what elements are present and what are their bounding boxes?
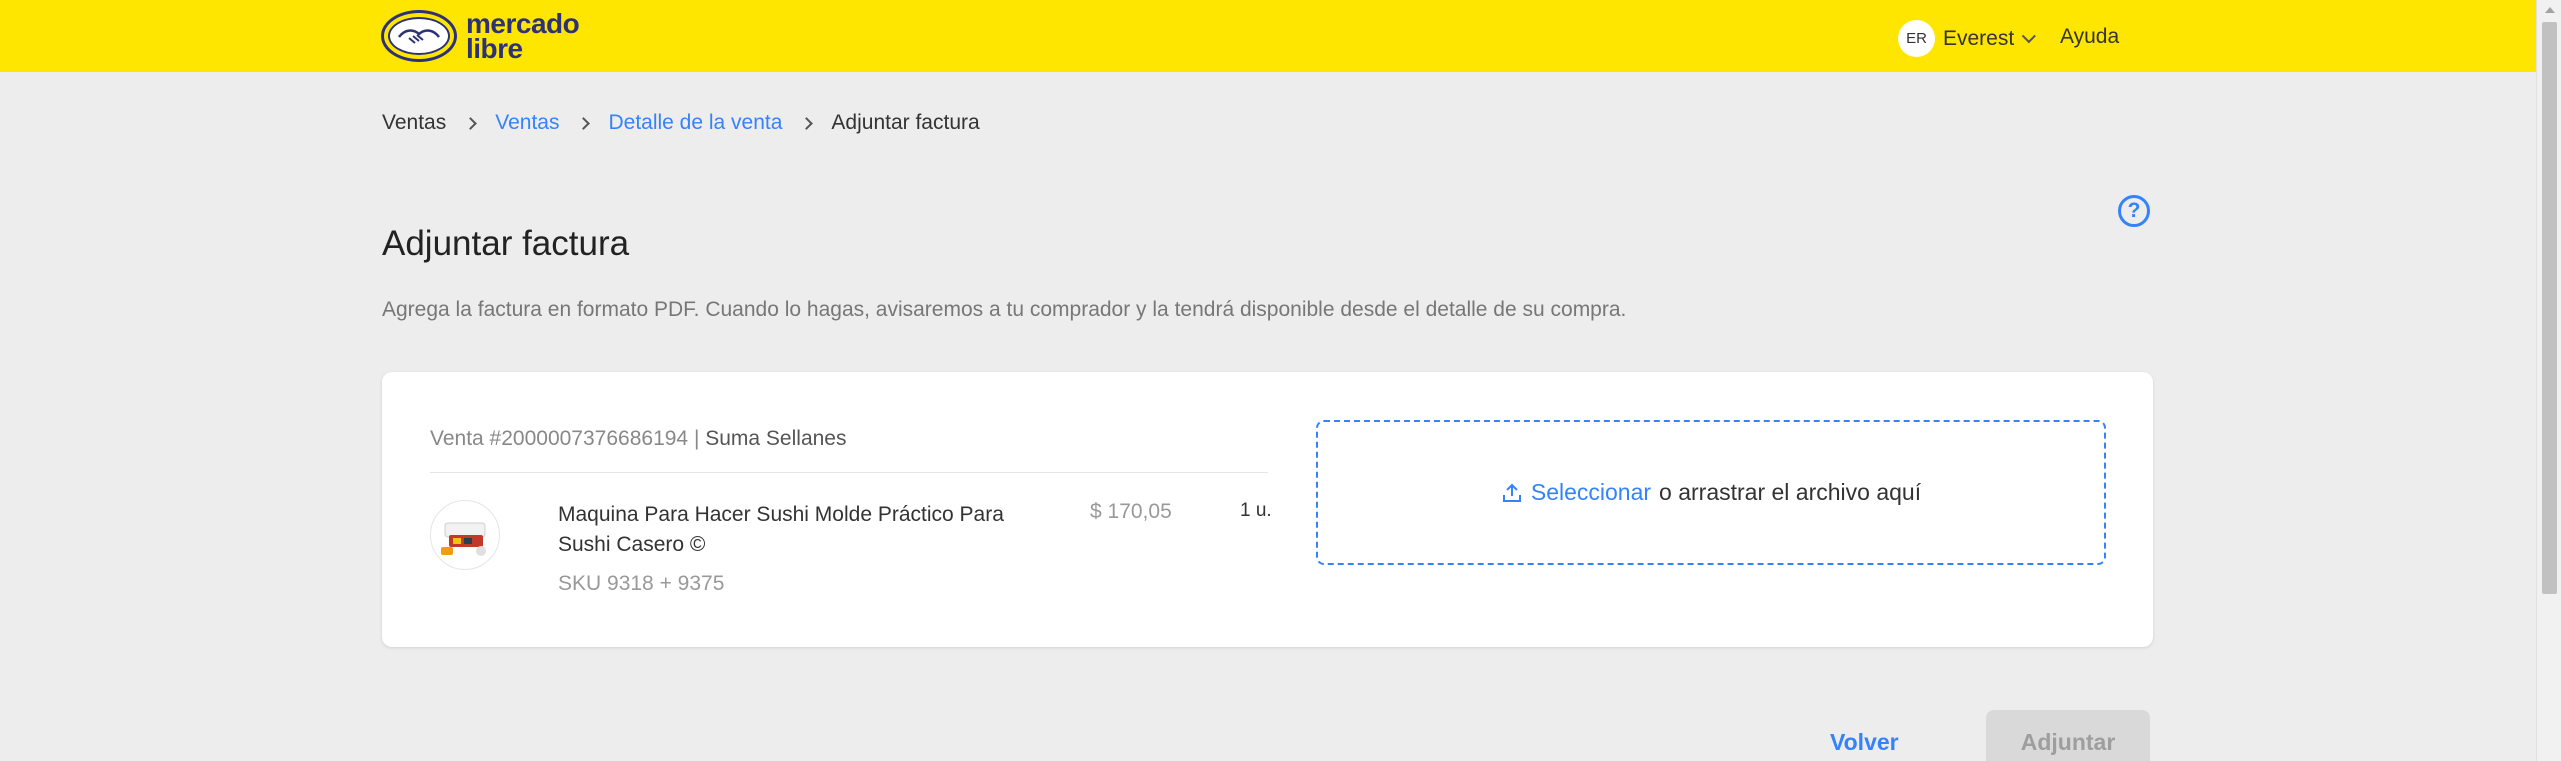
- invoice-card: Venta #2000007376686194 | Suma Sellanes …: [382, 372, 2153, 647]
- breadcrumb-item-ventas[interactable]: Ventas: [495, 111, 559, 135]
- avatar: ER: [1898, 20, 1935, 57]
- help-question-icon[interactable]: ?: [2118, 195, 2150, 227]
- select-file-link[interactable]: Seleccionar: [1531, 479, 1651, 506]
- user-name: Everest: [1943, 26, 2015, 50]
- upload-icon: [1502, 483, 1521, 502]
- attach-button[interactable]: Adjuntar: [1986, 710, 2150, 761]
- product-title: Maquina Para Hacer Sushi Molde Práctico …: [558, 503, 1004, 556]
- breadcrumb-item-detalle-venta[interactable]: Detalle de la venta: [608, 111, 782, 135]
- product-quantity: 1 u.: [1240, 500, 1272, 521]
- logo-text-line2: libre: [466, 33, 523, 64]
- handshake-icon: [381, 10, 457, 62]
- scrollbar[interactable]: [2536, 0, 2561, 761]
- user-menu[interactable]: ER Everest: [1898, 20, 2037, 57]
- file-dropzone[interactable]: Seleccionar o arrastrar el archivo aquí: [1316, 420, 2106, 565]
- chevron-right-icon: [800, 116, 814, 130]
- scrollbar-thumb[interactable]: [2542, 22, 2557, 594]
- divider: [430, 472, 1268, 473]
- chevron-down-icon: [2021, 28, 2037, 43]
- breadcrumb-item-current: Adjuntar factura: [831, 111, 980, 134]
- product-price: $ 170,05: [1090, 500, 1172, 523]
- sale-separator: |: [688, 427, 706, 450]
- product-sku: SKU 9318 + 9375: [558, 572, 725, 595]
- sale-id: Venta #2000007376686194: [430, 427, 689, 450]
- page-title: Adjuntar factura: [382, 224, 630, 263]
- chevron-right-icon: [464, 116, 478, 130]
- buyer-name: Suma Sellanes: [705, 427, 847, 450]
- dropzone-text: o arrastrar el archivo aquí: [1659, 479, 1922, 505]
- top-header: mercado libre ER Everest Ayuda: [0, 0, 2536, 72]
- help-link[interactable]: Ayuda: [2060, 25, 2119, 49]
- back-button[interactable]: Volver: [1830, 729, 1899, 756]
- chevron-right-icon: [577, 116, 591, 130]
- page-description: Agrega la factura en formato PDF. Cuando…: [382, 298, 1627, 321]
- breadcrumb-item-ventas-root: Ventas: [382, 111, 447, 134]
- sale-header: Venta #2000007376686194 | Suma Sellanes: [430, 427, 846, 451]
- mercadolibre-logo[interactable]: mercado libre: [381, 9, 580, 64]
- product-image: [430, 500, 500, 570]
- breadcrumb: Ventas Ventas Detalle de la venta Adjunt…: [382, 111, 980, 135]
- scroll-up-arrow-icon[interactable]: [2545, 7, 2555, 13]
